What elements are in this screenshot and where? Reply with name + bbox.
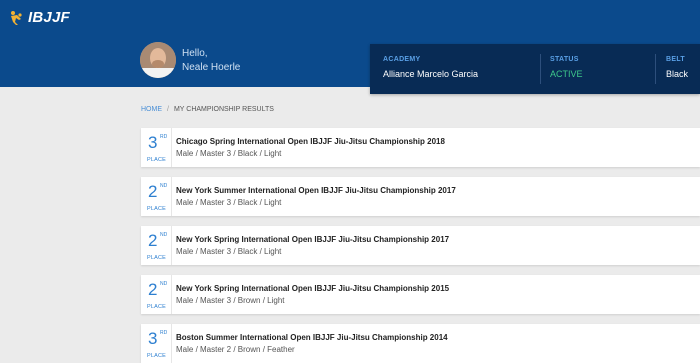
belt-label: BELT <box>666 56 685 63</box>
event-division: Male / Master 3 / Black / Light <box>176 198 282 207</box>
place-number: 3 <box>148 329 158 348</box>
ibjjf-logo[interactable]: IBJJF <box>8 9 70 26</box>
user-name: Neale Hoerle <box>182 62 241 73</box>
academy-field: ACADEMY Alliance Marcelo Garcia <box>383 56 478 79</box>
logo-text: IBJJF <box>28 9 70 26</box>
status-badge: ACTIVE <box>550 69 583 79</box>
academy-label: ACADEMY <box>383 56 421 63</box>
place-number: 2 <box>148 182 158 201</box>
place-badge: 3 RD PLACE <box>141 128 172 167</box>
breadcrumb-home-link[interactable]: HOME <box>141 106 162 113</box>
place-badge: 2 ND PLACE <box>141 177 172 216</box>
place-number: 3 <box>148 133 158 152</box>
event-title: New York Spring International Open IBJJF… <box>176 235 450 244</box>
ibjjf-grappler-icon <box>11 10 22 25</box>
profile-info-card: ACADEMY Alliance Marcelo Garcia STATUS A… <box>370 44 700 94</box>
event-division: Male / Master 3 / Black / Light <box>176 149 282 158</box>
status-label: STATUS <box>550 56 579 63</box>
place-badge: 2 ND PLACE <box>141 226 172 265</box>
belt-value: Black <box>666 69 689 79</box>
result-card[interactable]: 2 ND PLACE New York Spring International… <box>141 275 700 314</box>
event-title: Boston Summer International Open IBJJF J… <box>176 333 448 342</box>
user-greeting: Hello, Neale Hoerle <box>182 47 240 75</box>
place-label: PLACE <box>146 206 167 212</box>
status-field: STATUS ACTIVE <box>550 56 583 79</box>
place-suffix: RD <box>160 134 168 140</box>
result-card[interactable]: 2 ND PLACE New York Spring International… <box>141 226 700 265</box>
academy-value: Alliance Marcelo Garcia <box>383 69 479 79</box>
breadcrumb: HOME / MY CHAMPIONSHIP RESULTS <box>141 106 274 113</box>
breadcrumb-current: MY CHAMPIONSHIP RESULTS <box>173 106 274 113</box>
event-division: Male / Master 3 / Brown / Light <box>176 296 285 305</box>
event-title: Chicago Spring International Open IBJJF … <box>176 137 445 146</box>
avatar[interactable] <box>140 42 176 78</box>
place-suffix: ND <box>160 232 168 238</box>
place-label: PLACE <box>146 304 167 310</box>
result-card[interactable]: 2 ND PLACE New York Summer International… <box>141 177 700 216</box>
event-title: New York Summer International Open IBJJF… <box>176 186 456 195</box>
place-label: PLACE <box>146 255 167 261</box>
place-label: PLACE <box>146 353 167 359</box>
place-suffix: ND <box>160 281 168 287</box>
result-card[interactable]: 3 RD PLACE Boston Summer International O… <box>141 324 700 363</box>
place-number: 2 <box>148 280 158 299</box>
event-title: New York Spring International Open IBJJF… <box>176 284 450 293</box>
event-division: Male / Master 2 / Brown / Feather <box>176 345 295 354</box>
place-suffix: ND <box>160 183 168 189</box>
divider <box>655 54 656 84</box>
place-number: 2 <box>148 231 158 250</box>
place-badge: 2 ND PLACE <box>141 275 172 314</box>
top-navbar: IBJJF <box>0 0 700 38</box>
result-card[interactable]: 3 RD PLACE Chicago Spring International … <box>141 128 700 167</box>
event-division: Male / Master 3 / Black / Light <box>176 247 282 256</box>
avatar-image <box>140 42 176 78</box>
greeting-text: Hello, <box>182 48 208 59</box>
place-label: PLACE <box>146 157 167 163</box>
belt-field: BELT Black <box>666 56 688 79</box>
divider <box>540 54 541 84</box>
breadcrumb-separator: / <box>167 106 169 113</box>
place-suffix: RD <box>160 330 168 336</box>
place-badge: 3 RD PLACE <box>141 324 172 363</box>
